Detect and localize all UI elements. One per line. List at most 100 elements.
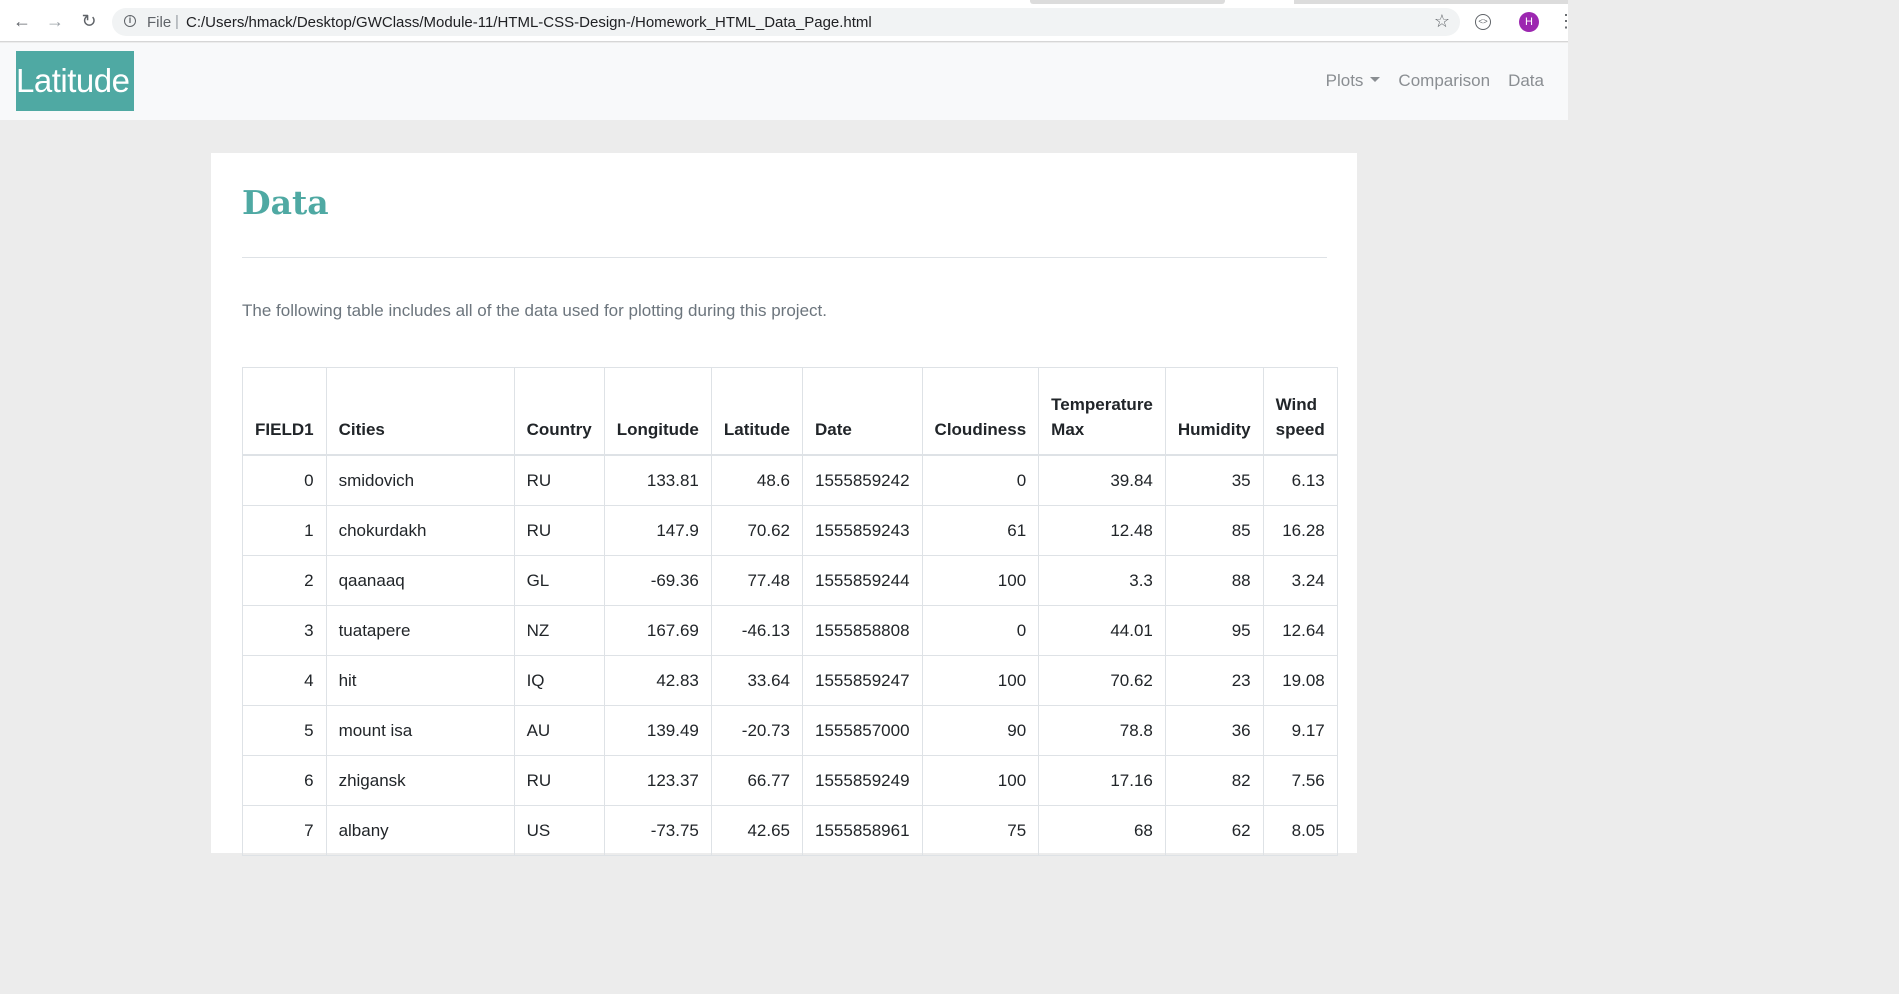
- cell-longitude: 42.83: [603, 655, 712, 706]
- cell-wind-speed: 7.56: [1262, 755, 1338, 806]
- avatar[interactable]: H: [1519, 12, 1539, 32]
- table-row: 1 chokurdakh RU 147.9 70.62 1555859243 61 12.48…: [242, 505, 1338, 556]
- cell-country: US: [513, 805, 605, 856]
- back-arrow-icon[interactable]: ←: [11, 10, 33, 32]
- cell-latitude: 33.64: [710, 655, 804, 706]
- forward-arrow-icon[interactable]: →: [44, 10, 66, 32]
- cell-humidity: 88: [1164, 555, 1264, 606]
- nav-plots-dropdown[interactable]: Plots: [1326, 71, 1381, 91]
- cell-field1: 3: [242, 605, 327, 656]
- cell-city: smidovich: [325, 454, 515, 506]
- url-text[interactable]: C:/Users/hmack/Desktop/GWClass/Module-11…: [186, 14, 872, 31]
- cell-field1: 2: [242, 555, 327, 606]
- header-cloudiness: Cloudiness: [921, 367, 1040, 456]
- cell-temperature-max: 17.16: [1038, 755, 1166, 806]
- star-icon[interactable]: ☆: [1434, 11, 1450, 32]
- cell-humidity: 23: [1164, 655, 1264, 706]
- cell-field1: 1: [242, 505, 327, 556]
- table-header-row: FIELD1 Cities Country Longitude Latitude…: [242, 367, 1338, 456]
- cell-city: zhigansk: [325, 755, 515, 806]
- cell-humidity: 95: [1164, 605, 1264, 656]
- cell-city: tuatapere: [325, 605, 515, 656]
- content-card: Data The following table includes all of…: [211, 153, 1357, 856]
- cell-date: 1555859249: [802, 755, 923, 806]
- page-title: Data: [242, 183, 329, 222]
- table-row: 6 zhigansk RU 123.37 66.77 1555859249 100 17.16…: [242, 755, 1338, 806]
- cell-latitude: 77.48: [710, 555, 804, 606]
- header-country: Country: [513, 367, 605, 456]
- nav-plots-label: Plots: [1325, 71, 1364, 90]
- cell-wind-speed: 3.24: [1262, 555, 1338, 606]
- table-row: 4 hit IQ 42.83 33.64 1555859247 100 70.62 23 19.0…: [242, 655, 1338, 706]
- cell-date: 1555859242: [802, 454, 923, 506]
- cell-humidity: 82: [1164, 755, 1264, 806]
- cell-temperature-max: 78.8: [1038, 705, 1166, 756]
- cell-field1: 6: [242, 755, 327, 806]
- header-latitude: Latitude: [710, 367, 804, 456]
- cell-latitude: -20.73: [710, 705, 804, 756]
- cell-longitude: 147.9: [603, 505, 712, 556]
- header-longitude: Longitude: [603, 367, 712, 456]
- caret-down-icon: [1370, 77, 1381, 83]
- cell-temperature-max: 68: [1038, 805, 1166, 856]
- address-bar[interactable]: i File | C:/Users/hmack/Desktop/GWClass/…: [112, 8, 1460, 36]
- cell-wind-speed: 6.13: [1262, 454, 1338, 506]
- reload-icon[interactable]: ↻: [78, 10, 100, 32]
- cell-cloudiness: 0: [921, 454, 1040, 506]
- info-icon[interactable]: i: [124, 15, 136, 27]
- cell-wind-speed: 8.05: [1262, 805, 1338, 856]
- cell-wind-speed: 19.08: [1262, 655, 1338, 706]
- cell-longitude: 133.81: [603, 454, 712, 506]
- cell-country: AU: [513, 705, 605, 756]
- extension-icon[interactable]: <>: [1475, 14, 1491, 30]
- cell-date: 1555858808: [802, 605, 923, 656]
- cell-longitude: -73.75: [603, 805, 712, 856]
- cell-longitude: 167.69: [603, 605, 712, 656]
- header-wind-speed: Wind speed: [1262, 367, 1338, 456]
- table-row: 0 smidovich RU 133.81 48.6 1555859242 0 39.84 35…: [242, 454, 1338, 506]
- nav-links: Plots Comparison Data: [1308, 71, 1544, 91]
- data-table: FIELD1 Cities Country Longitude Latitude…: [242, 367, 1338, 856]
- header-cities: Cities: [325, 367, 515, 456]
- cell-humidity: 36: [1164, 705, 1264, 756]
- cell-date: 1555858961: [802, 805, 923, 856]
- cell-city: chokurdakh: [325, 505, 515, 556]
- cell-longitude: 123.37: [603, 755, 712, 806]
- nav-comparison[interactable]: Comparison: [1398, 71, 1490, 91]
- brand-logo[interactable]: Latitude: [16, 51, 134, 111]
- cell-date: 1555859247: [802, 655, 923, 706]
- cell-wind-speed: 9.17: [1262, 705, 1338, 756]
- header-temperature-max: Temperature Max: [1038, 367, 1166, 456]
- cell-country: GL: [513, 555, 605, 606]
- nav-data[interactable]: Data: [1508, 71, 1544, 91]
- table-row: 2 qaanaaq GL -69.36 77.48 1555859244 100 3.3 88 3…: [242, 555, 1338, 606]
- cell-field1: 7: [242, 805, 327, 856]
- cell-latitude: 70.62: [710, 505, 804, 556]
- cell-cloudiness: 100: [921, 755, 1040, 806]
- cell-latitude: 48.6: [710, 454, 804, 506]
- cell-longitude: -69.36: [603, 555, 712, 606]
- cell-field1: 4: [242, 655, 327, 706]
- cell-country: RU: [513, 505, 605, 556]
- kebab-menu-icon[interactable]: ⋮: [1557, 12, 1575, 30]
- cell-temperature-max: 44.01: [1038, 605, 1166, 656]
- cell-longitude: 139.49: [603, 705, 712, 756]
- cell-cloudiness: 100: [921, 555, 1040, 606]
- cell-date: 1555859244: [802, 555, 923, 606]
- cell-temperature-max: 39.84: [1038, 454, 1166, 506]
- cell-temperature-max: 70.62: [1038, 655, 1166, 706]
- cell-country: RU: [513, 454, 605, 506]
- cell-wind-speed: 12.64: [1262, 605, 1338, 656]
- cell-humidity: 35: [1164, 454, 1264, 506]
- divider: [242, 257, 1327, 258]
- site-navbar: Latitude Plots Comparison Data: [0, 43, 1568, 120]
- table-row: 7 albany US -73.75 42.65 1555858961 75 68 62 8.05: [242, 805, 1338, 856]
- cell-cloudiness: 100: [921, 655, 1040, 706]
- header-humidity: Humidity: [1164, 367, 1264, 456]
- cell-humidity: 85: [1164, 505, 1264, 556]
- cell-cloudiness: 0: [921, 605, 1040, 656]
- cell-cloudiness: 61: [921, 505, 1040, 556]
- tab-strip: [1030, 0, 1225, 4]
- header-date: Date: [802, 367, 923, 456]
- header-field1: FIELD1: [242, 367, 327, 456]
